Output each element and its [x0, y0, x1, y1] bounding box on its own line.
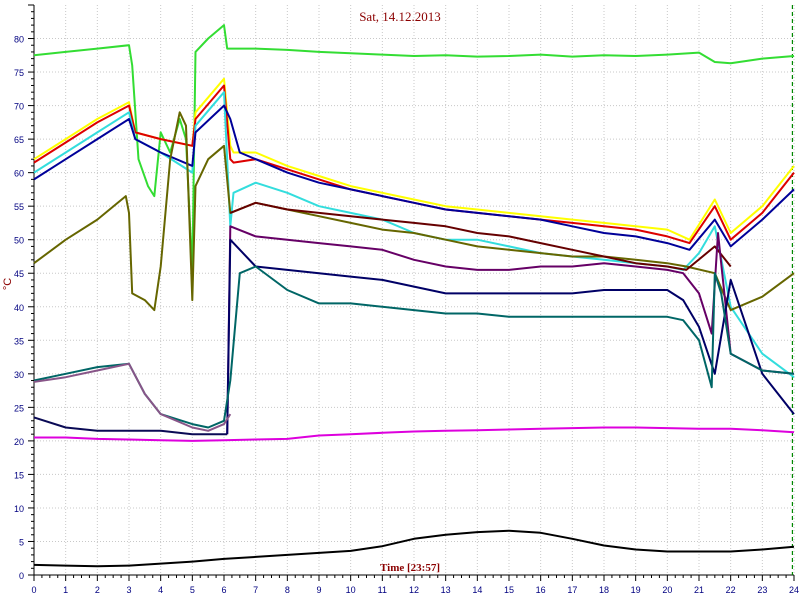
- y-tick-label: 50: [14, 236, 24, 246]
- y-tick-label: 30: [14, 370, 24, 380]
- x-tick-label: 12: [409, 585, 419, 595]
- y-tick-label: 55: [14, 202, 24, 212]
- x-tick-label: 23: [757, 585, 767, 595]
- x-tick-label: 13: [441, 585, 451, 595]
- x-tick-label: 16: [536, 585, 546, 595]
- x-axis-label: Time [23:57]: [380, 562, 440, 574]
- x-tick-label: 9: [316, 585, 321, 595]
- x-tick-label: 24: [789, 585, 799, 595]
- chart-title: Sat, 14.12.2013: [359, 9, 441, 24]
- x-tick-label: 20: [662, 585, 672, 595]
- y-tick-label: 5: [19, 537, 24, 547]
- y-tick-label: 40: [14, 303, 24, 313]
- y-tick-label: 80: [14, 35, 24, 45]
- x-tick-label: 11: [378, 585, 387, 595]
- x-tick-label: 2: [95, 585, 100, 595]
- y-tick-label: 35: [14, 336, 24, 346]
- plot-area: 051015202530354045505560657075800 1 2 3 4 5 6 7…: [14, 4, 799, 595]
- x-tick-label: 0: [31, 585, 36, 595]
- y-tick-label: 0: [19, 571, 24, 581]
- y-tick-label: 15: [14, 470, 24, 480]
- y-tick-label: 45: [14, 269, 24, 279]
- x-tick-label: 18: [599, 585, 609, 595]
- y-tick-label: 70: [14, 102, 24, 112]
- x-tick-label: 6: [221, 585, 226, 595]
- x-tick-label: 1: [63, 585, 68, 595]
- y-axis-label: °C: [2, 277, 15, 291]
- x-tick-label: 21: [694, 585, 704, 595]
- y-tick-label: 20: [14, 437, 24, 447]
- x-tick-label: 10: [346, 585, 356, 595]
- series-line-8: [226, 225, 795, 435]
- y-tick-label: 25: [14, 403, 24, 413]
- chart: 0 5 10 15 20 25 30 35 40 45 50 55 60 65 70 75 80 0 1 2 3 4 5 6 7…: [0, 0, 800, 600]
- y-tick-label: 65: [14, 135, 24, 145]
- x-tick-label: 22: [726, 585, 736, 595]
- x-tick-label: 3: [126, 585, 131, 595]
- x-tick-label: 4: [158, 585, 163, 595]
- series-line-5: [33, 104, 795, 251]
- y-tick-label: 75: [14, 68, 24, 78]
- y-tick-label: 60: [14, 169, 24, 179]
- x-tick-label: 17: [567, 585, 577, 595]
- x-tick-label: 14: [472, 585, 482, 595]
- x-tick-label: 8: [285, 585, 290, 595]
- x-tick-label: 7: [253, 585, 258, 595]
- x-tick-label: 5: [190, 585, 195, 595]
- x-tick-label: 19: [631, 585, 641, 595]
- x-tick-label: 15: [504, 585, 514, 595]
- series-line-6: [33, 111, 795, 312]
- y-tick-label: 10: [14, 504, 24, 514]
